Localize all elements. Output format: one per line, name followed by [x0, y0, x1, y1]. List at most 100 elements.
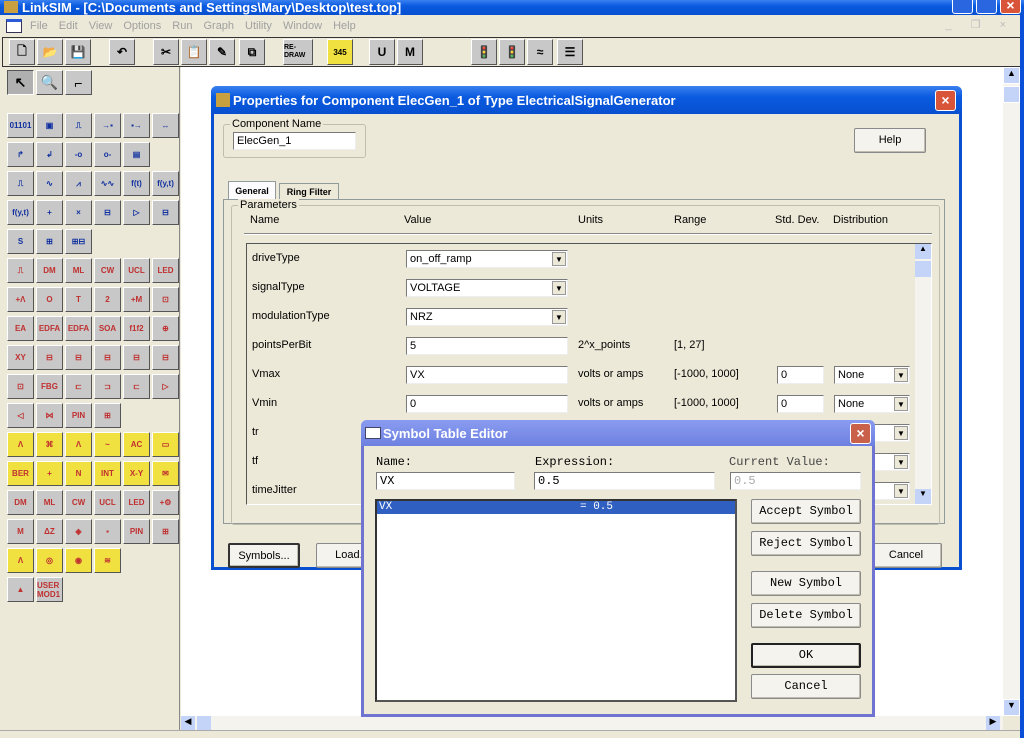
new-symbol-button[interactable]: New Symbol — [751, 571, 861, 596]
palette-component-59[interactable]: ▷ — [152, 374, 179, 399]
delete-symbol-button[interactable]: Delete Symbol — [751, 603, 861, 628]
palette-component-25[interactable]: ⊞ — [36, 229, 63, 254]
palette-component-17[interactable]: f(y,t) — [152, 171, 179, 196]
mdi-controls[interactable]: _ ❐ × — [945, 18, 1014, 31]
palette-component-6[interactable]: ↱ — [7, 142, 34, 167]
palette-component-67[interactable]: ⌘ — [36, 432, 63, 457]
menu-graph[interactable]: Graph — [203, 20, 234, 32]
chevron-down-icon[interactable]: ▼ — [894, 455, 908, 469]
palette-component-37[interactable]: O — [36, 287, 63, 312]
user-manual-button[interactable]: U — [369, 39, 395, 65]
palette-component-55[interactable]: FBG — [36, 374, 63, 399]
palette-component-52[interactable]: ⊟ — [123, 345, 150, 370]
palette-component-26[interactable]: ⊞⊟ — [65, 229, 92, 254]
palette-component-66[interactable]: Λ — [7, 432, 34, 457]
palette-component-54[interactable]: ⊡ — [7, 374, 34, 399]
palette-component-53[interactable]: ⊟ — [152, 345, 179, 370]
palette-component-46[interactable]: f1f2 — [123, 316, 150, 341]
new-file-button[interactable]: 🗋 — [9, 39, 35, 65]
symbol-editor-close-button[interactable]: × — [850, 423, 871, 444]
palette-component-10[interactable]: ▤ — [123, 142, 150, 167]
accept-symbol-button[interactable]: Accept Symbol — [751, 499, 861, 524]
distribution-select[interactable]: None ▼ — [834, 395, 910, 413]
save-button[interactable]: 💾 — [65, 39, 91, 65]
sweep-button[interactable]: 345 — [327, 39, 353, 65]
menu-file[interactable]: File — [30, 20, 48, 32]
menu-utility[interactable]: Utility — [245, 20, 272, 32]
document-icon[interactable] — [6, 18, 22, 33]
menu-options[interactable]: Options — [123, 20, 161, 32]
palette-component-34[interactable]: UCL — [123, 258, 150, 283]
chevron-down-icon[interactable]: ▼ — [552, 252, 566, 266]
palette-component-68[interactable]: Λ — [65, 432, 92, 457]
palette-component-7[interactable]: ↲ — [36, 142, 63, 167]
chevron-down-icon[interactable]: ▼ — [894, 484, 908, 498]
palette-component-35[interactable]: LED — [152, 258, 179, 283]
minimize-button[interactable] — [952, 0, 973, 14]
chevron-down-icon[interactable]: ▼ — [552, 281, 566, 295]
chevron-down-icon[interactable]: ▼ — [552, 310, 566, 324]
palette-component-13[interactable]: ∿ — [36, 171, 63, 196]
palette-component-30[interactable]: ⎍ — [7, 258, 34, 283]
palette-component-23[interactable]: ⊟ — [152, 200, 179, 225]
probe-button[interactable]: ✎ — [209, 39, 235, 65]
palette-component-82[interactable]: LED — [123, 490, 150, 515]
paste-button[interactable]: 📋 — [181, 39, 207, 65]
palette-component-60[interactable]: ◁ — [7, 403, 34, 428]
palette-component-45[interactable]: SOA — [94, 316, 121, 341]
pointsPerBit-input[interactable]: 5 — [406, 337, 568, 355]
symbols-button[interactable]: Symbols... — [228, 543, 300, 568]
palette-component-20[interactable]: × — [65, 200, 92, 225]
palette-component-36[interactable]: +Λ — [7, 287, 34, 312]
run-signal-button[interactable]: 🚦 — [471, 39, 497, 65]
palette-component-89[interactable]: ⊞ — [152, 519, 179, 544]
palette-component-38[interactable]: T — [65, 287, 92, 312]
component-name-input[interactable]: ElecGen_1 — [233, 132, 356, 150]
help-button[interactable]: Help — [854, 128, 926, 153]
palette-component-93[interactable]: ≋ — [94, 548, 121, 573]
palette-component-47[interactable]: ⊕ — [152, 316, 179, 341]
model-manual-button[interactable]: M — [397, 39, 423, 65]
symbol-name-input[interactable]: VX — [376, 472, 515, 490]
palette-component-83[interactable]: +⚙ — [152, 490, 179, 515]
std-dev-input[interactable]: 0 — [777, 395, 824, 413]
cancel-button[interactable]: Cancel — [870, 543, 942, 568]
undo-button[interactable]: ↶ — [109, 39, 135, 65]
modulationType-select[interactable]: NRZ ▼ — [406, 308, 568, 326]
reject-symbol-button[interactable]: Reject Symbol — [751, 531, 861, 556]
palette-component-4[interactable]: ▪→ — [123, 113, 150, 138]
palette-component-49[interactable]: ⊟ — [36, 345, 63, 370]
close-button[interactable]: × — [1000, 0, 1021, 14]
vertical-scrollbar[interactable]: ▲ ▼ — [1003, 67, 1020, 716]
palette-component-51[interactable]: ⊟ — [94, 345, 121, 370]
chevron-down-icon[interactable]: ▼ — [894, 426, 908, 440]
pointer-tool[interactable]: ↖ — [7, 70, 34, 95]
palette-component-44[interactable]: EDFA — [65, 316, 92, 341]
palette-component-15[interactable]: ∿∿ — [94, 171, 121, 196]
palette-component-80[interactable]: CW — [65, 490, 92, 515]
palette-component-88[interactable]: PIN — [123, 519, 150, 544]
palette-component-97[interactable]: USER MOD1 — [36, 577, 63, 602]
palette-component-39[interactable]: 2 — [94, 287, 121, 312]
menu-view[interactable]: View — [89, 20, 113, 32]
chevron-down-icon[interactable]: ▼ — [894, 397, 908, 411]
palette-component-57[interactable]: ⊐ — [94, 374, 121, 399]
parameter-scrollbar[interactable]: ▲ ▼ — [915, 244, 931, 504]
palette-component-84[interactable]: M — [7, 519, 34, 544]
Vmin-input[interactable]: 0 — [406, 395, 568, 413]
palette-component-79[interactable]: ML — [36, 490, 63, 515]
chevron-down-icon[interactable]: ▼ — [894, 368, 908, 382]
expression-input[interactable]: 0.5 — [534, 472, 715, 490]
palette-component-1[interactable]: ▣ — [36, 113, 63, 138]
palette-component-42[interactable]: EA — [7, 316, 34, 341]
palette-component-75[interactable]: INT — [94, 461, 121, 486]
palette-component-92[interactable]: ◉ — [65, 548, 92, 573]
properties-close-button[interactable]: × — [935, 90, 956, 111]
tab-general[interactable]: General — [228, 181, 276, 200]
driveType-select[interactable]: on_off_ramp ▼ — [406, 250, 568, 268]
wire-tool[interactable]: ⌐ — [65, 70, 92, 95]
graph-button[interactable]: ≈ — [527, 39, 553, 65]
palette-component-19[interactable]: + — [36, 200, 63, 225]
distribution-select[interactable]: None ▼ — [834, 366, 910, 384]
signalType-select[interactable]: VOLTAGE ▼ — [406, 279, 568, 297]
